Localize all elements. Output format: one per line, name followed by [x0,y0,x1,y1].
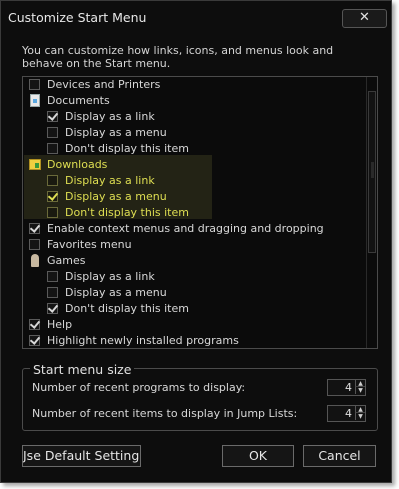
list-item-label: Downloads [47,158,108,171]
customize-start-menu-dialog: Customize Start Menu ✕ You can customize… [0,0,392,483]
games-link-option[interactable] [47,271,58,282]
games-icon [31,254,39,267]
games-hide-option[interactable] [47,303,58,314]
spin-down-arrow-icon[interactable]: ▼ [355,387,365,394]
jump-list-items-label: Number of recent items to display in Jum… [32,407,298,420]
documents-icon [30,94,40,107]
list-scrollbar[interactable] [366,77,377,348]
help-checkbox[interactable] [29,319,40,330]
description-text: You can customize how links, icons, and … [22,44,334,70]
spin-up-arrow-icon[interactable]: ▲ [355,406,365,413]
downloads-hide-option[interactable] [47,207,58,218]
list-item-label: Display as a menu [65,286,167,299]
spin-up-arrow-icon[interactable]: ▲ [355,380,365,387]
list-item-label: Don't display this item [65,206,189,219]
cancel-button[interactable]: Cancel [303,445,376,467]
list-item-label: Games [47,254,86,267]
list-item-label: Favorites menu [47,238,132,251]
downloads-menu-option[interactable] [47,191,58,202]
list-item-label: Display as a link [65,110,155,123]
downloads-link-option[interactable] [47,175,58,186]
list-item-label: Enable context menus and dragging and dr… [47,222,324,235]
list-item-label: Highlight newly installed programs [47,334,239,347]
documents-menu-option[interactable] [47,127,58,138]
devices-printers-checkbox[interactable] [29,79,40,90]
title-bar[interactable]: Customize Start Menu ✕ [1,1,391,33]
context-menus-checkbox[interactable] [29,223,40,234]
recent-programs-value[interactable]: 4 [330,381,352,394]
documents-link-option[interactable] [47,111,58,122]
close-button[interactable]: ✕ [342,9,387,28]
recent-programs-spinner[interactable]: 4 ▲ ▼ [327,379,366,396]
close-icon: ✕ [359,10,370,25]
downloads-folder-icon [29,159,41,170]
list-item-label: Help [47,318,73,331]
list-item-label: Display as a menu [65,190,167,203]
list-item-label: Display as a menu [65,126,167,139]
list-item-label: Documents [47,94,110,107]
highlight-programs-checkbox[interactable] [29,335,40,346]
jump-list-items-value[interactable]: 4 [330,407,352,420]
use-default-settings-button[interactable]: Jse Default Setting: [22,445,141,467]
list-item-label: Display as a link [65,270,155,283]
list-item-label: Devices and Printers [47,78,161,91]
jump-list-items-spinner[interactable]: 4 ▲ ▼ [327,405,366,422]
window-title: Customize Start Menu [8,10,147,25]
start-menu-size-group [22,368,378,431]
list-item-label: Don't display this item [65,302,189,315]
favorites-menu-checkbox[interactable] [29,239,40,250]
scrollbar-grip [371,162,374,178]
list-item-label: Display as a link [65,174,155,187]
list-item-label: Don't display this item [65,142,189,155]
documents-hide-option[interactable] [47,143,58,154]
ok-button[interactable]: OK [222,445,294,467]
games-menu-option[interactable] [47,287,58,298]
start-menu-size-legend: Start menu size [30,362,135,377]
recent-programs-label: Number of recent programs to display: [32,381,246,394]
spin-down-arrow-icon[interactable]: ▼ [355,413,365,420]
start-menu-options-list[interactable]: Devices and Printers Documents Display a… [22,76,378,349]
scrollbar-thumb[interactable] [368,91,376,253]
